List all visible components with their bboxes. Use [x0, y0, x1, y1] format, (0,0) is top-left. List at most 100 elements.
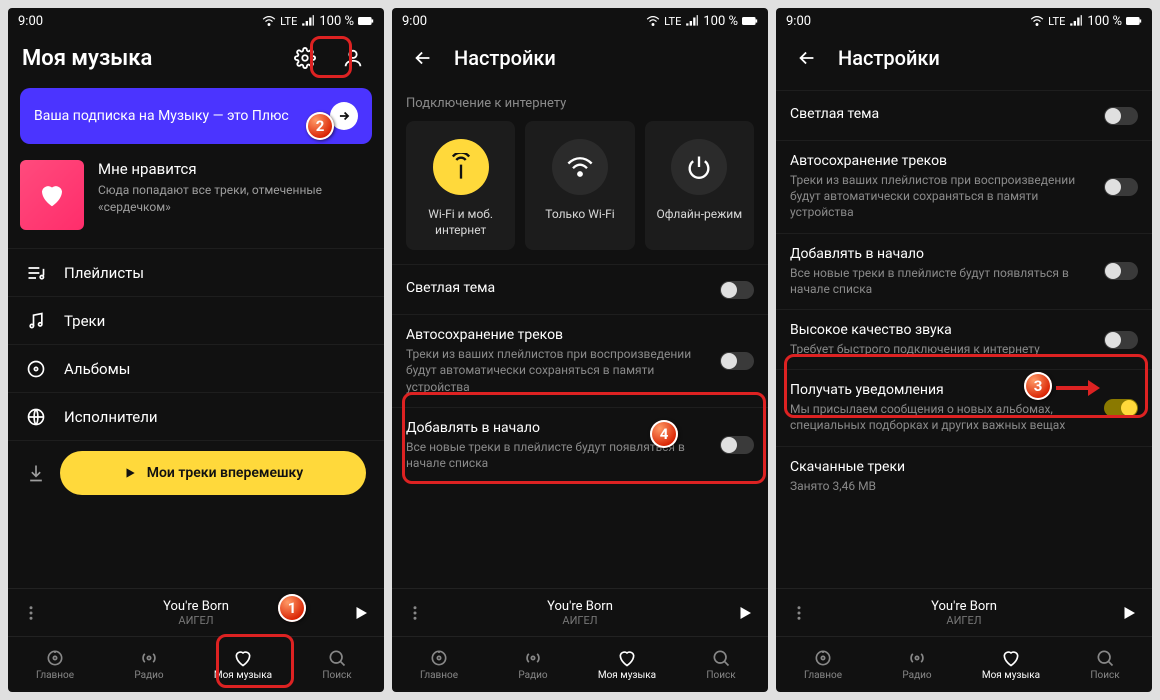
- menu-label: Альбомы: [64, 360, 130, 378]
- nav-mymusic[interactable]: Моя музыка: [580, 637, 674, 692]
- option-add-begin[interactable]: Добавлять в началоВсе новые треки в плей…: [392, 407, 768, 483]
- option-light-theme[interactable]: Светлая тема: [776, 90, 1152, 140]
- now-playing-bar[interactable]: You're Born АИГЕЛ: [8, 588, 384, 636]
- home-icon: [45, 648, 65, 668]
- nav-radio[interactable]: Радио: [102, 637, 196, 692]
- toggle[interactable]: [720, 352, 754, 370]
- profile-icon: [342, 47, 364, 69]
- phone-my-music: 9:00 LTE 100 % Моя музыка Ваша подписка …: [8, 8, 384, 692]
- menu-label: Треки: [64, 312, 105, 330]
- status-time: 9:00: [18, 14, 43, 29]
- wifi-icon: [1030, 14, 1044, 28]
- heart-icon: [1001, 648, 1021, 668]
- more-icon[interactable]: [22, 604, 40, 622]
- now-playing-bar[interactable]: You're BornАИГЕЛ: [776, 588, 1152, 636]
- download-icon[interactable]: [26, 463, 46, 483]
- heart-icon: [617, 648, 637, 668]
- toggle[interactable]: [720, 436, 754, 454]
- menu-label: Плейлисты: [64, 264, 144, 282]
- more-icon[interactable]: [406, 604, 424, 622]
- nav-home[interactable]: Главное: [776, 637, 870, 692]
- play-icon[interactable]: [736, 604, 754, 622]
- radio-icon: [139, 648, 159, 668]
- liked-title: Мне нравится: [98, 160, 372, 178]
- heart-icon: [233, 648, 253, 668]
- play-icon[interactable]: [352, 604, 370, 622]
- option-light-theme[interactable]: Светлая тема: [392, 264, 768, 314]
- toggle[interactable]: [1104, 178, 1138, 196]
- signal-icon: [685, 14, 699, 28]
- play-icon[interactable]: [1120, 604, 1138, 622]
- profile-button[interactable]: [336, 41, 370, 75]
- nav-mymusic[interactable]: Моя музыка: [964, 637, 1058, 692]
- section-connectivity: Подключение к интернету: [392, 82, 768, 121]
- radio-icon: [523, 648, 543, 668]
- menu-artists[interactable]: Исполнители: [8, 392, 384, 440]
- nav-search[interactable]: Поиск: [674, 637, 768, 692]
- more-icon[interactable]: [790, 604, 808, 622]
- nav-search[interactable]: Поиск: [290, 637, 384, 692]
- toggle[interactable]: [1104, 107, 1138, 125]
- liked-card[interactable]: Мне нравится Сюда попадают все треки, от…: [20, 160, 372, 230]
- conn-wifi-only[interactable]: Только Wi-Fi: [525, 121, 634, 250]
- toggle[interactable]: [1104, 331, 1138, 349]
- gear-icon: [294, 47, 316, 69]
- subscription-banner[interactable]: Ваша подписка на Музыку — это Плюс: [20, 88, 372, 144]
- battery-label: 100 %: [319, 14, 354, 29]
- signal-icon: [1069, 14, 1083, 28]
- menu-label: Исполнители: [64, 408, 158, 426]
- playlist-icon: [26, 263, 46, 283]
- arrow-right-icon: [330, 102, 358, 130]
- shuffle-label: Мои треки вперемешку: [147, 465, 304, 481]
- battery-icon: [1126, 16, 1142, 26]
- option-downloaded[interactable]: Скачанные трекиЗанято 3,46 MB: [776, 446, 1152, 506]
- toggle[interactable]: [1104, 399, 1138, 417]
- search-icon: [1095, 648, 1115, 668]
- header: Моя музыка: [8, 34, 384, 82]
- signal-icon: [301, 14, 315, 28]
- song-title: You're Born: [52, 599, 340, 614]
- menu-tracks[interactable]: Треки: [8, 296, 384, 344]
- wifi-icon: [262, 14, 276, 28]
- shuffle-row: Мои треки вперемешку: [8, 440, 384, 509]
- toggle[interactable]: [720, 281, 754, 299]
- menu-albums[interactable]: Альбомы: [8, 344, 384, 392]
- search-icon: [327, 648, 347, 668]
- nav-radio[interactable]: Радио: [870, 637, 964, 692]
- back-button[interactable]: [790, 41, 824, 75]
- nav-home[interactable]: Главное: [8, 637, 102, 692]
- nav-mymusic[interactable]: Моя музыка: [196, 637, 290, 692]
- globe-icon: [26, 407, 46, 427]
- nav-home[interactable]: Главное: [392, 637, 486, 692]
- toggle[interactable]: [1104, 262, 1138, 280]
- page-title: Настройки: [454, 46, 556, 70]
- play-icon: [123, 466, 137, 480]
- page-title: Моя музыка: [22, 46, 274, 71]
- option-autosave[interactable]: Автосохранение трековТреки из ваших плей…: [776, 140, 1152, 233]
- heart-icon: [37, 180, 67, 210]
- arrow-left-icon: [412, 47, 434, 69]
- settings-button[interactable]: [288, 41, 322, 75]
- conn-wifi-mobile[interactable]: Wi-Fi и моб. интернет: [406, 121, 515, 250]
- header: Настройки: [392, 34, 768, 82]
- header: Настройки: [776, 34, 1152, 82]
- option-add-begin[interactable]: Добавлять в началоВсе новые треки в плей…: [776, 233, 1152, 309]
- shuffle-button[interactable]: Мои треки вперемешку: [60, 451, 366, 495]
- conn-offline[interactable]: Офлайн-режим: [645, 121, 754, 250]
- liked-sub: Сюда попадают все треки, отмеченные «сер…: [98, 182, 372, 216]
- banner-text: Ваша подписка на Музыку — это Плюс: [34, 108, 289, 124]
- option-autosave[interactable]: Автосохранение трековТреки из ваших плей…: [392, 314, 768, 407]
- search-icon: [711, 648, 731, 668]
- bottom-nav: Главное Радио Моя музыка Поиск: [776, 636, 1152, 692]
- back-button[interactable]: [406, 41, 440, 75]
- option-hq-audio[interactable]: Высокое качество звукаТребует быстрого п…: [776, 309, 1152, 369]
- nav-search[interactable]: Поиск: [1058, 637, 1152, 692]
- now-playing-bar[interactable]: You're BornАИГЕЛ: [392, 588, 768, 636]
- radio-icon: [907, 648, 927, 668]
- phone-settings-1: 9:00 LTE 100 % Настройки Подключение к и…: [392, 8, 768, 692]
- menu-playlists[interactable]: Плейлисты: [8, 248, 384, 296]
- arrow-left-icon: [796, 47, 818, 69]
- option-notifications[interactable]: Получать уведомленияМы присылаем сообщен…: [776, 369, 1152, 445]
- nav-radio[interactable]: Радио: [486, 637, 580, 692]
- battery-icon: [742, 16, 758, 26]
